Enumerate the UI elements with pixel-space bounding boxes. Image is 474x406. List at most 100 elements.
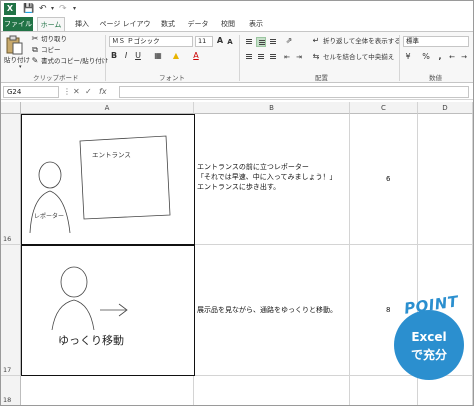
percent-icon[interactable]: % — [421, 52, 431, 62]
tab-insert[interactable]: 挿入 — [71, 17, 93, 31]
align-middle-icon[interactable] — [256, 37, 266, 47]
number-group-label: 数値 — [429, 74, 442, 82]
align-center-icon[interactable] — [256, 52, 266, 62]
tab-review[interactable]: 校閲 — [217, 17, 239, 31]
row-number: 18 — [3, 396, 12, 404]
font-group-label: フォント — [159, 74, 185, 82]
divider — [239, 35, 240, 81]
italic-icon[interactable]: I — [121, 51, 131, 61]
column-header-d[interactable]: D — [418, 102, 473, 114]
row-number: 16 — [3, 235, 12, 243]
cell-c16[interactable]: 6 — [350, 114, 418, 245]
tab-file[interactable]: ファイル — [3, 17, 33, 31]
row-number: 17 — [3, 366, 12, 374]
badge-line-2: で充分 — [410, 348, 447, 362]
undo-icon[interactable]: ↶ — [39, 3, 47, 15]
scene-description-line: 展示品を見ながら、通路をゆっくりと移動。 — [197, 306, 337, 314]
redo-icon[interactable]: ↷ — [59, 3, 67, 15]
wrap-text-icon[interactable]: ↵ — [311, 36, 321, 46]
customize-qat-icon[interactable]: ▾ — [73, 3, 76, 15]
format-painter-button[interactable]: 書式のコピー/貼り付け — [41, 57, 108, 66]
point-badge: Excel で充分 — [394, 310, 464, 380]
decrease-indent-icon[interactable]: ⇤ — [282, 52, 292, 62]
select-all-corner[interactable] — [1, 102, 21, 114]
column-header-a[interactable]: A — [21, 102, 194, 114]
borders-icon[interactable]: ▦ — [153, 51, 163, 61]
excel-window: X 💾 ↶ ▾ ↷ ▾ ファイル ホーム 挿入 ページ レイアウト 数式 データ… — [0, 0, 474, 406]
increase-decimal-icon[interactable]: ← — [447, 52, 457, 62]
formula-input[interactable] — [119, 86, 469, 98]
paste-button[interactable]: 貼り付け — [4, 56, 30, 65]
increase-indent-icon[interactable]: ⇥ — [294, 52, 304, 62]
merge-center-button[interactable]: セルを結合して中央揃え — [323, 53, 394, 62]
cancel-icon[interactable]: ✕ — [73, 87, 80, 96]
clipboard-group-label: クリップボード — [33, 74, 79, 82]
tab-home[interactable]: ホーム — [37, 17, 65, 31]
storyboard-sketch-1[interactable]: エントランス レポーター — [21, 114, 195, 245]
comma-style-icon[interactable]: , — [435, 52, 445, 62]
decrease-decimal-icon[interactable]: → — [459, 52, 469, 62]
duration-value: 8 — [386, 306, 391, 314]
storyboard-sketch-2[interactable]: ゆっくり移動 — [21, 245, 195, 376]
format-painter-icon[interactable]: ✎ — [30, 56, 40, 66]
tab-page-layout[interactable]: ページ レイアウト — [99, 17, 151, 42]
tab-data[interactable]: データ — [185, 17, 211, 31]
cell-d16[interactable] — [418, 114, 473, 245]
cell-b17[interactable]: 展示品を見ながら、通路をゆっくりと移動。 — [194, 245, 350, 376]
divider — [105, 35, 106, 81]
column-header-b[interactable]: B — [194, 102, 350, 114]
row-header-16[interactable]: 16 — [1, 114, 21, 245]
font-name-select[interactable]: ＭＳ Ｐゴシック — [109, 36, 193, 47]
align-top-icon[interactable] — [244, 37, 254, 47]
cell-b18[interactable] — [194, 376, 350, 405]
align-right-icon[interactable] — [268, 52, 278, 62]
badge-line-1: Excel — [411, 330, 447, 344]
wrap-text-button[interactable]: 折り返して全体を表示する — [323, 37, 401, 46]
bold-icon[interactable]: B — [109, 51, 119, 61]
cell-d18[interactable] — [418, 376, 473, 405]
undo-dropdown-icon[interactable]: ▾ — [51, 3, 54, 15]
scene-description-line: エントランスの前に立つレポーター — [197, 163, 309, 171]
orientation-icon[interactable]: ⇗ — [284, 36, 294, 46]
font-size-select[interactable]: 11 — [195, 36, 213, 47]
cut-button[interactable]: 切り取り — [41, 35, 67, 44]
reporter-at-entrance-drawing — [29, 135, 171, 234]
paste-icon[interactable] — [5, 35, 23, 55]
excel-logo-icon: X — [4, 3, 16, 15]
scene-description-line: エントランスに歩き出す。 — [197, 183, 281, 191]
copy-icon[interactable]: ⧉ — [30, 45, 40, 55]
ribbon: 貼り付け ▾ ✂ 切り取り ⧉ コピー ✎ 書式のコピー/貼り付け クリップボー… — [1, 31, 473, 83]
cut-icon[interactable]: ✂ — [30, 34, 40, 44]
title-bar: X 💾 ↶ ▾ ↷ ▾ — [1, 1, 473, 17]
currency-icon[interactable]: ¥ — [403, 52, 413, 62]
save-icon[interactable]: 💾 — [23, 3, 34, 15]
increase-font-icon[interactable]: A — [215, 36, 225, 46]
sketch-label-slow-move: ゆっくり移動 — [58, 334, 124, 347]
sketch-label-entrance: エントランス — [92, 151, 131, 159]
ribbon-tabs: ファイル ホーム 挿入 ページ レイアウト 数式 データ 校閲 表示 — [1, 17, 473, 42]
tab-view[interactable]: 表示 — [245, 17, 267, 31]
copy-button[interactable]: コピー — [41, 46, 61, 55]
column-header-c[interactable]: C — [350, 102, 418, 114]
cell-c18[interactable] — [350, 376, 418, 405]
enter-icon[interactable]: ✓ — [85, 87, 92, 96]
cell-b16[interactable]: エントランスの前に立つレポーター 「それでは早速、中に入ってみましょう！」 エン… — [194, 114, 350, 245]
formula-bar-menu-icon[interactable]: ⋮ — [63, 87, 71, 96]
name-box[interactable]: G24 — [3, 86, 59, 98]
align-left-icon[interactable] — [244, 52, 254, 62]
font-color-icon[interactable]: A — [191, 51, 201, 61]
paste-dropdown-icon[interactable]: ▾ — [19, 63, 22, 72]
tab-formulas[interactable]: 数式 — [157, 17, 179, 31]
row-header-17[interactable]: 17 — [1, 245, 21, 376]
merge-center-icon[interactable]: ⇆ — [311, 52, 321, 62]
number-format-select[interactable]: 標準 — [403, 36, 469, 47]
row-header-18[interactable]: 18 — [1, 376, 21, 405]
fill-color-icon[interactable]: ▲ — [171, 51, 181, 61]
underline-icon[interactable]: U — [133, 51, 143, 61]
decrease-font-icon[interactable]: A — [225, 37, 235, 47]
cell-a18[interactable] — [21, 376, 194, 405]
duration-value: 6 — [386, 175, 391, 183]
insert-function-icon[interactable]: fx — [99, 87, 107, 96]
formula-bar: G24 ⋮ ✕ ✓ fx — [1, 84, 473, 100]
align-bottom-icon[interactable] — [268, 37, 278, 47]
